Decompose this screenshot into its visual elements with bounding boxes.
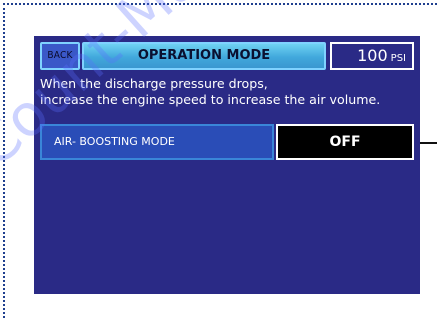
pressure-unit: PSI <box>390 53 406 64</box>
instruction-line-2: increase the engine speed to increase th… <box>40 92 381 107</box>
screen-title: OPERATION MODE <box>82 42 326 70</box>
callout-border-left <box>3 3 5 318</box>
instruction-line-1: When the discharge pressure drops, <box>40 76 268 91</box>
pressure-value: 100 <box>357 46 388 65</box>
air-boosting-mode-toggle[interactable]: OFF <box>276 124 414 160</box>
pressure-display: 100 PSI <box>330 42 414 70</box>
instruction-message: When the discharge pressure drops, incre… <box>40 76 416 108</box>
air-boosting-mode-label: AIR- BOOSTING MODE <box>40 124 274 160</box>
operation-mode-screen: BACK OPERATION MODE 100 PSI When the disc… <box>34 36 420 294</box>
callout-border-top <box>3 3 437 5</box>
back-button[interactable]: BACK <box>40 42 80 70</box>
